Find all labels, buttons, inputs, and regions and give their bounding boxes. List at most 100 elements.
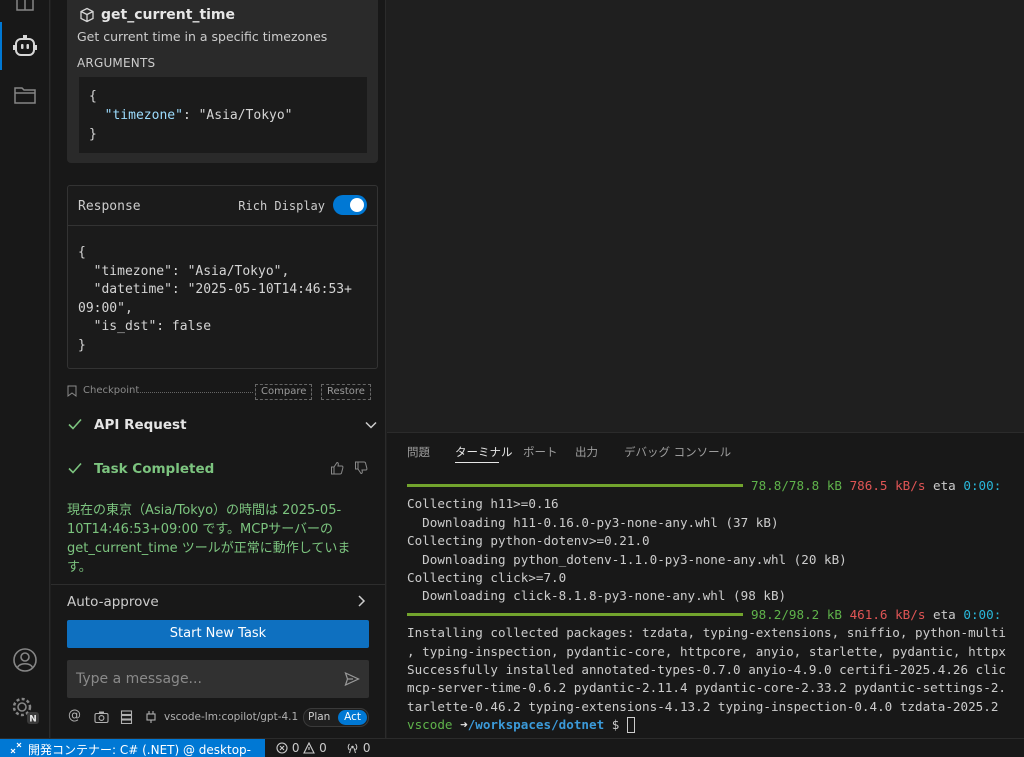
bookmark-icon [67,385,77,397]
prompt-arrow: ➜ [460,717,468,733]
remote-indicator[interactable]: 開発コンテナー: C# (.NET) @ desktop-linux [0,739,265,757]
plan-mode-button[interactable]: Plan [308,711,330,723]
svg-text:N: N [29,715,37,725]
account-icon[interactable] [0,638,50,682]
message-input[interactable]: Type a message... [67,660,369,698]
json-brace: { [89,89,97,104]
activity-bar: N [0,0,50,738]
checkpoint-row: Checkpoint Compare Restore [67,384,378,400]
check-icon [68,418,82,430]
ports-indicator[interactable]: 0 [346,741,370,755]
cline-panel: get_current_time Get current time in a s… [51,0,386,738]
terminal-line: Downloading h11-0.16.0-py3-none-any.whl … [407,514,779,530]
json-brace: } [89,127,97,142]
progress-speed: 461.6 kB/s [849,606,926,622]
folder-icon[interactable] [0,73,50,117]
tab-debug-console[interactable]: デバッグ コンソール [624,444,731,460]
rich-display-toggle[interactable] [333,195,367,215]
thumbs-down-icon[interactable] [354,461,368,475]
terminal-line: mcp-server-time-0.6.2 pydantic-2.11.4 py… [407,680,1006,696]
server-icon[interactable] [120,710,133,724]
terminal-line: , typing-inspection, pydantic-core, http… [407,643,1006,659]
tab-output[interactable]: 出力 [575,444,598,460]
terminal-line: 78.8/78.8 kB 786.5 kB/s eta 0:00: [407,477,1024,495]
task-completed-row: Task Completed [67,458,378,480]
json-sep: : [182,108,199,123]
tab-problems[interactable]: 問題 [407,444,430,460]
checkpoint-divider [137,392,253,393]
checkpoint-label: Checkpoint [83,385,140,396]
response-header: Response Rich Display [68,186,377,226]
extension-plug-icon[interactable] [144,710,158,724]
error-count: 0 [291,741,300,755]
act-mode-button[interactable]: Act [338,710,367,725]
tool-description: Get current time in a specific timezones [77,29,328,44]
problems-indicator[interactable]: 0 0 [276,741,327,755]
plan-act-toggle[interactable]: Plan Act [303,708,369,727]
chevron-down-icon[interactable] [364,418,378,432]
tab-terminal[interactable]: ターミナル [455,444,513,460]
start-new-task-button[interactable]: Start New Task [67,620,369,648]
terminal-line: Collecting h11>=0.16 [407,496,559,512]
thumbs-up-icon[interactable] [330,461,344,475]
bottom-panel: 問題 ターミナル ポート 出力 デバッグ コンソール 78.8/78.8 kB … [387,432,1024,738]
progress-size: 78.8/78.8 kB [751,478,842,493]
remote-label: 開発コンテナー: C# (.NET) @ desktop-linux [28,743,251,757]
extensions-icon[interactable] [0,0,50,24]
settings-gear-icon[interactable]: N [0,688,50,732]
progress-bar [407,612,743,616]
arguments-label: ARGUMENTS [77,56,156,70]
prompt-symbol: $ [611,717,620,733]
progress-eta-label: eta [933,606,956,622]
ports-count: 0 [362,741,371,755]
warning-icon [303,742,316,754]
status-bar: 開発コンテナー: C# (.NET) @ desktop-linux 0 0 0 [0,738,1024,757]
response-body: { "timezone": "Asia/Tokyo", "datetime": … [78,245,352,353]
chevron-right-icon[interactable] [357,594,367,608]
arguments-code-block: { "timezone": "Asia/Tokyo" } [79,77,367,153]
progress-eta: 0:00: [963,606,1002,622]
mention-icon[interactable]: @ [68,708,81,723]
tab-ports[interactable]: ポート [523,444,558,460]
editor-area [387,0,1024,432]
terminal-cursor [626,716,635,733]
terminal-line: Installing collected packages: tzdata, t… [407,625,1006,641]
active-tab-underline [455,462,499,463]
progress-speed: 786.5 kB/s [849,478,926,493]
api-request-row[interactable]: API Request [67,414,378,436]
task-completed-label: Task Completed [94,461,215,477]
progress-eta-label: eta [933,478,956,493]
task-result-text: 現在の東京（Asia/Tokyo）の時間は 2025-05-10T14:46:5… [67,503,351,575]
check-icon [68,462,82,474]
json-value: "Asia/Tokyo" [198,108,293,123]
terminal-line: Collecting python-dotenv>=0.21.0 [407,533,650,549]
tool-call-card: get_current_time Get current time in a s… [67,0,378,163]
send-icon[interactable] [344,671,360,687]
warning-count: 0 [319,741,327,755]
terminal-line: tarlette-0.46.2 typing-extensions-4.13.2… [407,698,999,714]
response-panel: Response Rich Display { "timezone": "Asi… [67,185,378,369]
prompt-user: vscode [407,717,453,733]
cline-robot-icon[interactable] [0,24,50,68]
terminal-output[interactable]: 78.8/78.8 kB 786.5 kB/s eta 0:00: Collect… [407,477,1024,737]
progress-size: 98.2/98.2 kB [751,606,842,622]
remote-icon [10,742,22,754]
error-icon [276,742,288,754]
terminal-line: vscode ➜/workspaces/dotnet $ [407,716,1024,734]
compare-button[interactable]: Compare [255,384,313,400]
composer-toolbar: @ vscode-lm:copilot/gpt-4.1 Plan Act [67,708,369,728]
model-selector[interactable]: vscode-lm:copilot/gpt-4.1 [164,711,298,723]
progress-eta: 0:00: [963,478,1002,493]
rich-display-label: Rich Display [238,199,325,213]
terminal-line: Collecting click>=7.0 [407,569,567,585]
auto-approve-row[interactable]: Auto-approve [51,584,385,616]
camera-icon[interactable] [94,710,109,724]
radio-tower-icon [347,743,358,754]
terminal-line: Successfully installed annotated-types-0… [407,661,1006,677]
auto-approve-label: Auto-approve [67,594,159,610]
terminal-line: Downloading click-8.1.8-py3-none-any.whl… [407,588,787,604]
restore-button[interactable]: Restore [321,384,371,400]
api-request-label: API Request [94,417,187,433]
panel-tabs: 問題 ターミナル ポート 出力 デバッグ コンソール [387,433,1024,467]
message-placeholder: Type a message... [76,671,202,687]
